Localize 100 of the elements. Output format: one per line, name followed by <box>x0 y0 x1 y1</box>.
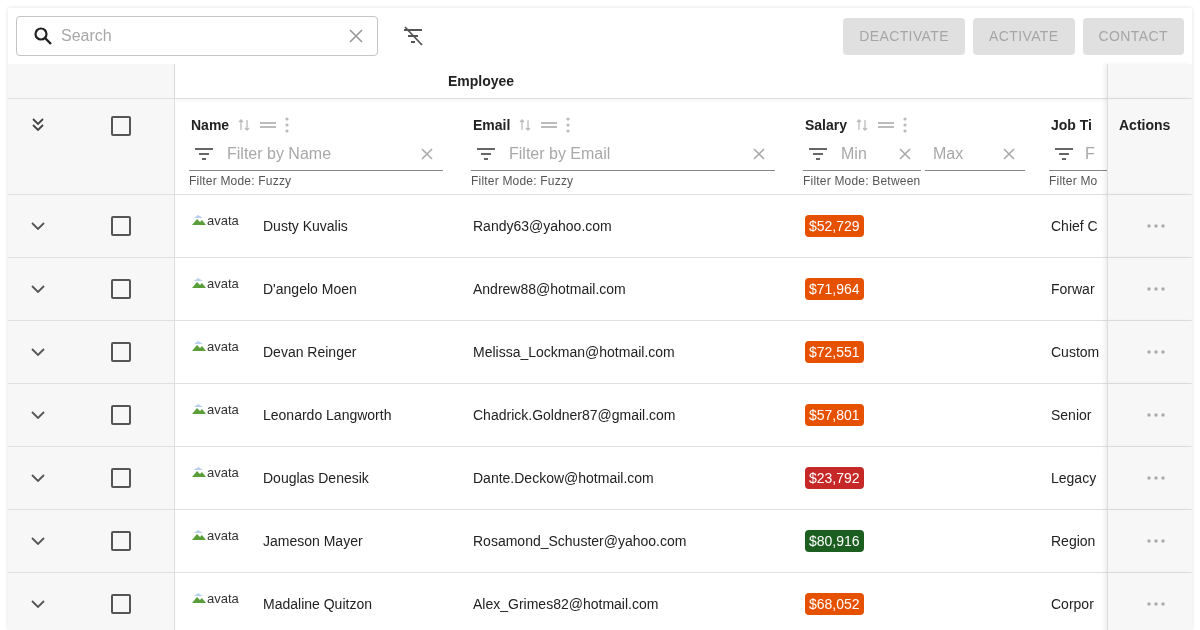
more-horizontal-icon[interactable] <box>1146 539 1165 543</box>
email-text: Melissa_Lockman@hotmail.com <box>473 344 675 360</box>
broken-image-icon <box>191 277 207 289</box>
job-title-text: Corpor <box>1051 596 1094 612</box>
sort-icon[interactable] <box>518 118 533 132</box>
more-horizontal-icon[interactable] <box>1146 224 1165 228</box>
search-field[interactable]: Search <box>16 16 378 56</box>
broken-image-icon <box>191 529 207 541</box>
job-title-text: Senior <box>1051 407 1092 423</box>
email-text: Dante.Deckow@hotmail.com <box>473 470 654 486</box>
clear-icon[interactable] <box>753 147 765 160</box>
drag-handle-icon[interactable] <box>540 120 559 130</box>
filter-mode-label: Filter Mode: Between <box>803 174 921 188</box>
clear-icon[interactable] <box>899 147 911 160</box>
row-checkbox[interactable] <box>111 594 131 614</box>
avatar-alt-text: avata <box>207 212 239 228</box>
filter-field[interactable]: Filter by Email <box>501 143 747 164</box>
email-text: Rosamond_Schuster@yahoo.com <box>473 533 687 549</box>
filter-icon <box>809 147 827 160</box>
avatar-alt-text: avata <box>207 275 239 291</box>
job-title-text: Legacy <box>1051 470 1097 486</box>
broken-image-icon <box>191 592 207 604</box>
job-title-text: Custom <box>1051 344 1100 360</box>
row-checkbox[interactable] <box>111 216 131 236</box>
sort-icon[interactable] <box>237 118 252 132</box>
expand-all-icon[interactable] <box>31 117 45 133</box>
search-icon <box>33 26 53 46</box>
salary-chip: $71,964 <box>805 278 864 300</box>
column-group-header: Employee <box>448 73 515 89</box>
more-horizontal-icon[interactable] <box>1146 287 1165 291</box>
employee-name: Devan Reinger <box>263 344 357 360</box>
broken-image-icon <box>191 214 207 226</box>
broken-image-icon <box>191 340 207 352</box>
column-header: Actions <box>1119 117 1171 133</box>
more-horizontal-icon[interactable] <box>1146 602 1165 606</box>
salary-chip: $23,792 <box>805 467 864 489</box>
drag-handle-icon[interactable] <box>259 120 278 130</box>
more-horizontal-icon[interactable] <box>1146 350 1165 354</box>
filter-icon <box>477 147 495 160</box>
clear-icon[interactable] <box>1003 147 1015 160</box>
salary-chip: $68,052 <box>805 593 864 615</box>
row-checkbox[interactable] <box>111 468 131 488</box>
employee-name: Dusty Kuvalis <box>263 218 348 234</box>
salary-chip: $80,916 <box>805 530 864 552</box>
column-header[interactable]: Job Ti <box>1051 117 1092 133</box>
filter-field[interactable]: Max <box>925 143 997 164</box>
column-header[interactable]: Email <box>473 117 511 133</box>
more-vertical-icon[interactable] <box>566 117 571 133</box>
expand-row-icon[interactable] <box>31 600 45 608</box>
email-text: Alex_Grimes82@hotmail.com <box>473 596 659 612</box>
avatar-alt-text: avata <box>207 527 239 543</box>
row-checkbox[interactable] <box>111 342 131 362</box>
filter-field[interactable]: F <box>1079 143 1107 164</box>
salary-chip: $72,551 <box>805 341 864 363</box>
avatar-alt-text: avata <box>207 590 239 606</box>
employee-name: Douglas Denesik <box>263 470 369 486</box>
drag-handle-icon[interactable] <box>877 120 896 130</box>
email-text: Andrew88@hotmail.com <box>473 281 626 297</box>
filter-icon <box>195 147 213 160</box>
expand-row-icon[interactable] <box>31 474 45 482</box>
more-horizontal-icon[interactable] <box>1146 413 1165 417</box>
email-text: Chadrick.Goldner87@gmail.com <box>473 407 676 423</box>
sort-icon[interactable] <box>855 118 870 132</box>
employee-name: Leonardo Langworth <box>263 407 392 423</box>
email-text: Randy63@yahoo.com <box>473 218 612 234</box>
row-checkbox[interactable] <box>111 279 131 299</box>
expand-row-icon[interactable] <box>31 285 45 293</box>
filter-icon <box>1055 147 1073 160</box>
row-checkbox[interactable] <box>111 116 131 136</box>
broken-image-icon <box>191 466 207 478</box>
expand-row-icon[interactable] <box>31 411 45 419</box>
job-title-text: Forwar <box>1051 281 1095 297</box>
filter-mode-label: Filter Mo <box>1049 174 1098 188</box>
job-title-text: Region <box>1051 533 1096 549</box>
column-header[interactable]: Name <box>191 117 230 133</box>
avatar-alt-text: avata <box>207 401 239 417</box>
avatar-alt-text: avata <box>207 464 239 480</box>
expand-row-icon[interactable] <box>31 222 45 230</box>
avatar-alt-text: avata <box>207 338 239 354</box>
more-vertical-icon[interactable] <box>903 117 908 133</box>
clear-filters-icon[interactable] <box>402 26 424 46</box>
job-title-text: Chief C <box>1051 218 1098 234</box>
filter-mode-label: Filter Mode: Fuzzy <box>471 174 574 188</box>
column-header[interactable]: Salary <box>805 117 848 133</box>
more-horizontal-icon[interactable] <box>1146 476 1165 480</box>
clear-icon[interactable] <box>421 147 433 160</box>
broken-image-icon <box>191 403 207 415</box>
employee-name: Jameson Mayer <box>263 533 363 549</box>
filter-field[interactable]: Filter by Name <box>219 143 415 164</box>
filter-field[interactable]: Min <box>833 143 893 164</box>
row-checkbox[interactable] <box>111 405 131 425</box>
salary-chip: $57,801 <box>805 404 864 426</box>
clear-icon[interactable] <box>349 29 363 43</box>
expand-row-icon[interactable] <box>31 348 45 356</box>
more-vertical-icon[interactable] <box>285 117 290 133</box>
row-checkbox[interactable] <box>111 531 131 551</box>
expand-row-icon[interactable] <box>31 537 45 545</box>
employee-name: D'angelo Moen <box>263 281 357 297</box>
employee-name: Madaline Quitzon <box>263 596 372 612</box>
filter-mode-label: Filter Mode: Fuzzy <box>189 174 292 188</box>
